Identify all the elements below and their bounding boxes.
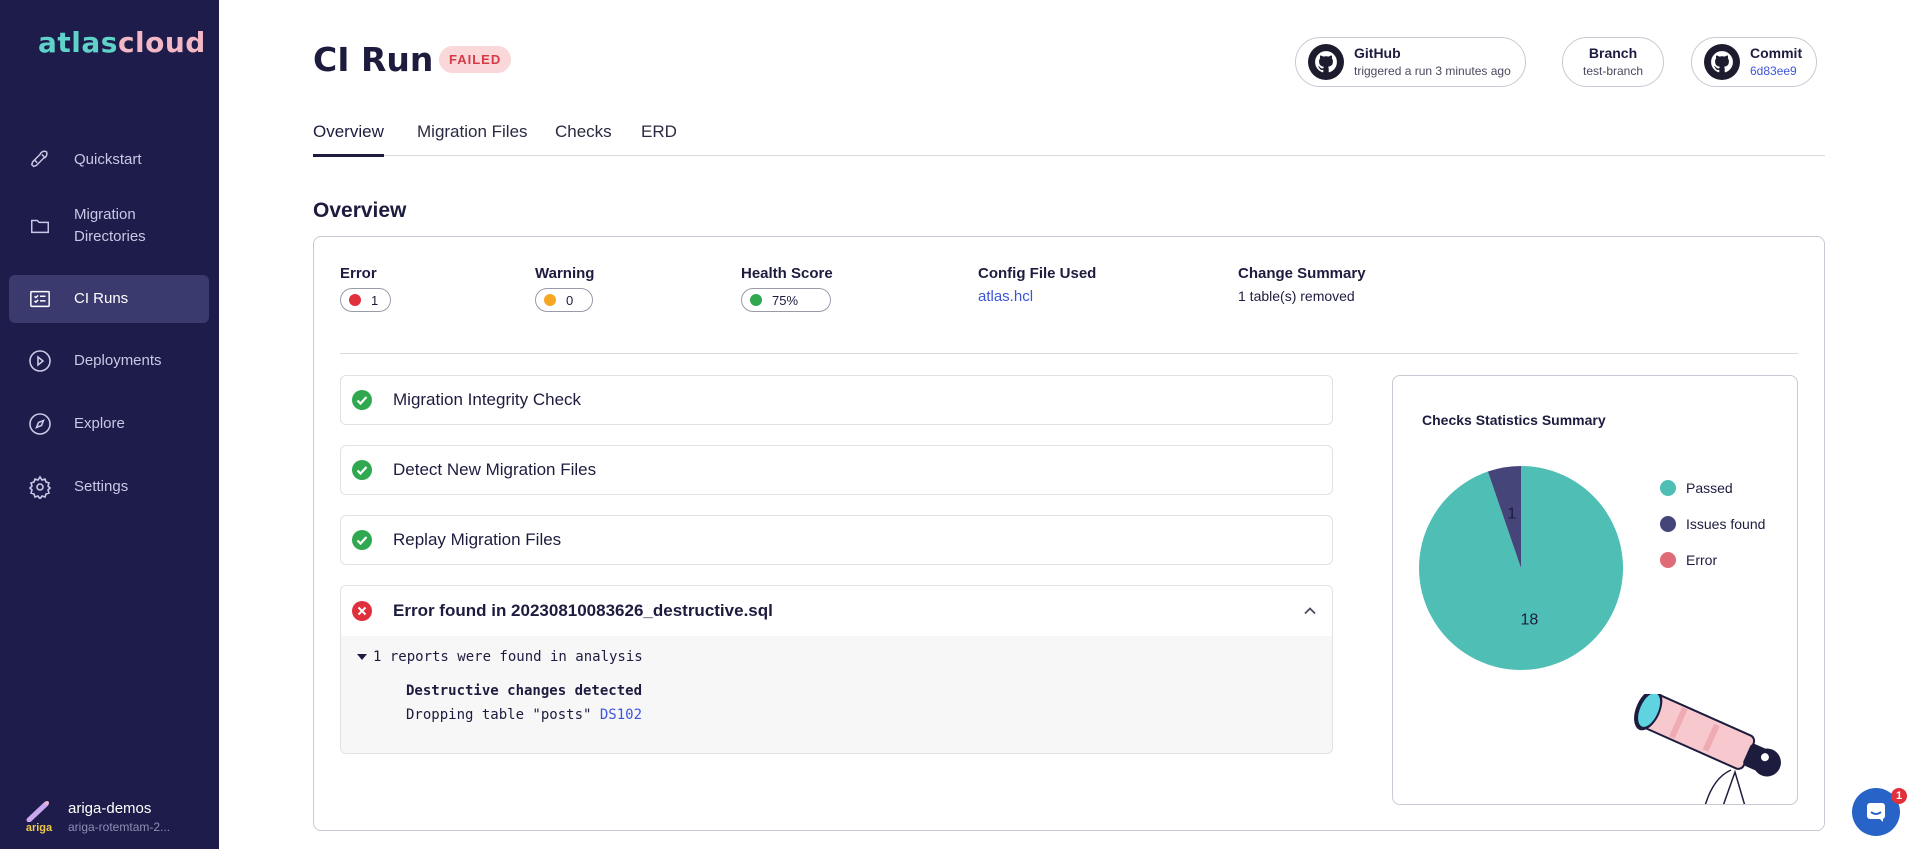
- overview-card: Error 1 Warning 0 Health Score 75% Confi…: [313, 236, 1825, 831]
- legend-swatch: [1660, 552, 1676, 568]
- legend-swatch: [1660, 480, 1676, 496]
- page-title: CI Run: [313, 40, 434, 79]
- check-replay-migration-files[interactable]: Replay Migration Files: [340, 515, 1333, 565]
- github-icon: [1704, 44, 1740, 80]
- pie-data-label: 18: [1520, 611, 1538, 628]
- stat-error: Error 1: [340, 265, 392, 312]
- stat-config-file: Config File Used atlas.hcl: [978, 265, 1097, 305]
- list-icon: [28, 287, 52, 311]
- org-name: ariga-demos: [68, 800, 152, 817]
- chevron-up-icon[interactable]: [1300, 601, 1320, 621]
- error-dot-icon: [349, 294, 361, 306]
- tab-overview[interactable]: Overview: [313, 122, 384, 157]
- pie-data-label: 1: [1507, 506, 1516, 523]
- telescope-illustration: [1634, 694, 1781, 804]
- org-logo: ariga: [22, 800, 56, 836]
- sidebar-item-migration-directories[interactable]: Migration Directories: [9, 200, 209, 252]
- check-circle-icon: [352, 530, 372, 550]
- chat-notification-badge: 1: [1891, 788, 1907, 804]
- chat-icon: [1867, 803, 1885, 822]
- check-circle-icon: [352, 390, 372, 410]
- error-check-header[interactable]: Error found in 20230810083626_destructiv…: [341, 586, 1332, 636]
- legend-item-issues-found: Issues found: [1660, 506, 1765, 542]
- section-title: Overview: [313, 199, 407, 222]
- check-circle-icon: [352, 460, 372, 480]
- stat-health-score: Health Score 75%: [741, 265, 833, 312]
- folder-icon: [28, 214, 52, 238]
- checks-pie-chart: 18 1: [1419, 466, 1623, 670]
- tab-checks[interactable]: Checks: [555, 122, 612, 154]
- health-dot-icon: [750, 294, 762, 306]
- warning-count-chip: 0: [535, 288, 593, 312]
- divider: [340, 353, 1798, 354]
- sidebar-item-deployments[interactable]: Deployments: [9, 337, 209, 385]
- error-check-panel: Error found in 20230810083626_destructiv…: [340, 585, 1333, 754]
- sidebar-item-settings[interactable]: Settings: [9, 463, 209, 511]
- sidebar-item-ci-runs[interactable]: CI Runs: [9, 275, 209, 323]
- tab-bar: Overview Migration Files Checks ERD: [313, 118, 1825, 157]
- config-file-link[interactable]: atlas.hcl: [978, 288, 1096, 305]
- report-title: Destructive changes detected: [406, 683, 643, 699]
- chart-legend: Passed Issues found Error: [1660, 470, 1765, 578]
- sidebar: atlascloud Quickstart Migration Director…: [0, 0, 219, 849]
- gear-icon: [28, 475, 52, 499]
- legend-item-passed: Passed: [1660, 470, 1765, 506]
- caret-down-icon: [357, 654, 367, 660]
- sidebar-item-explore[interactable]: Explore: [9, 400, 209, 448]
- github-icon: [1308, 44, 1344, 80]
- error-circle-icon: [352, 601, 372, 621]
- warning-dot-icon: [544, 294, 556, 306]
- github-trigger-pill[interactable]: GitHub triggered a run 3 minutes ago: [1295, 37, 1526, 87]
- commit-pill[interactable]: Commit 6d83ee9: [1691, 37, 1818, 87]
- legend-item-error: Error: [1660, 542, 1765, 578]
- reports-toggle[interactable]: 1 reports were found in analysis: [357, 649, 643, 665]
- report-message: Dropping table "posts" DS102: [406, 707, 643, 723]
- branch-pill[interactable]: Branch test-branch: [1562, 37, 1665, 87]
- org-switcher[interactable]: ariga ariga-demos ariga-rotemtam-2...: [22, 800, 170, 836]
- stat-warning: Warning 0: [535, 265, 594, 312]
- tab-erd[interactable]: ERD: [641, 122, 677, 154]
- tab-migration-files[interactable]: Migration Files: [417, 122, 528, 154]
- check-migration-integrity[interactable]: Migration Integrity Check: [340, 375, 1333, 425]
- check-detect-new-migration-files[interactable]: Detect New Migration Files: [340, 445, 1333, 495]
- rocket-icon: [28, 148, 52, 172]
- play-circle-icon: [28, 349, 52, 373]
- commit-link[interactable]: 6d83ee9: [1750, 62, 1802, 80]
- sidebar-item-quickstart[interactable]: Quickstart: [9, 136, 209, 184]
- checks-statistics-panel: Checks Statistics Summary 18 1 Passed Iss…: [1392, 375, 1798, 805]
- chart-title: Checks Statistics Summary: [1422, 412, 1606, 428]
- error-count-chip: 1: [340, 288, 392, 312]
- status-badge: FAILED: [439, 46, 512, 73]
- report-code-link[interactable]: DS102: [600, 707, 642, 723]
- app-logo[interactable]: atlascloud: [38, 26, 206, 59]
- wand-icon: [26, 801, 49, 822]
- legend-swatch: [1660, 516, 1676, 532]
- org-workspace: ariga-rotemtam-2...: [68, 820, 171, 834]
- health-score-chip: 75%: [741, 288, 831, 312]
- compass-icon: [28, 412, 52, 436]
- stat-change-summary: Change Summary 1 table(s) removed: [1238, 265, 1366, 304]
